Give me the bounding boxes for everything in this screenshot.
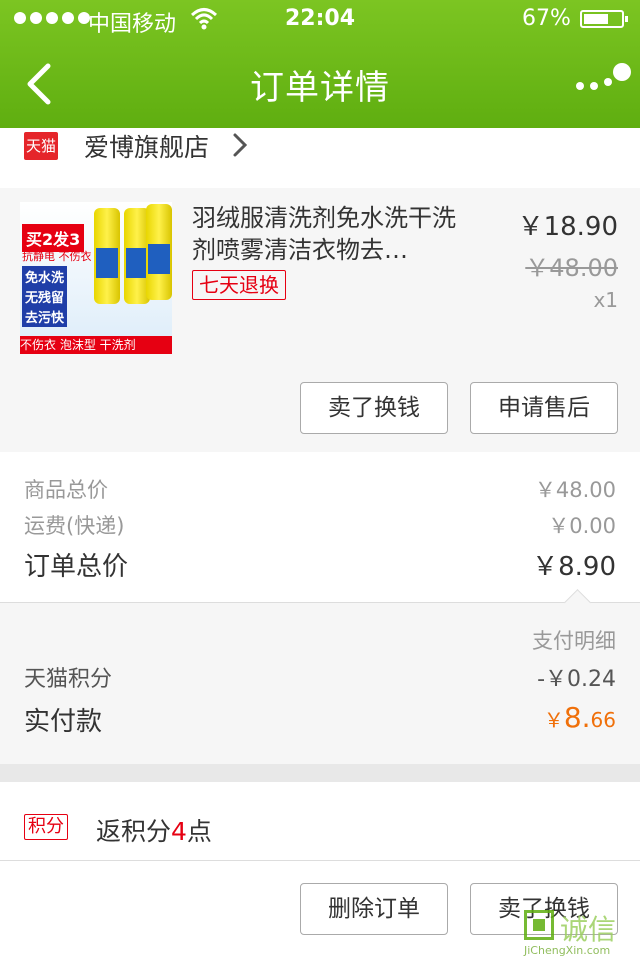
- chevron-right-icon: [233, 133, 248, 157]
- actual-paid-major: 8.: [563, 701, 591, 734]
- actual-paid-label: 实付款: [24, 707, 103, 737]
- item-quantity: x1: [593, 288, 618, 312]
- points-text-prefix: 返积分: [96, 817, 172, 846]
- points-reward-text: 返积分4点: [96, 812, 212, 848]
- goods-total-label: 商品总价: [24, 478, 108, 502]
- after-sale-button[interactable]: 申请售后: [470, 382, 618, 434]
- order-total-value: ￥8.90: [532, 552, 616, 582]
- thumb-line1: 免水洗: [22, 266, 68, 287]
- sell-for-cash-button[interactable]: 卖了换钱: [300, 382, 448, 434]
- payment-detail: 支付明细 天猫积分 -￥0.24 实付款 ￥8.66: [0, 589, 640, 765]
- more-dots-icon[interactable]: [572, 62, 632, 102]
- battery-percent: 67%: [522, 6, 571, 31]
- thumb-line2: 无残留: [22, 286, 68, 307]
- shipping-label: 运费(快递): [24, 514, 125, 538]
- thumb-bottom-text: 不伤衣 泡沫型 干洗剂: [20, 336, 172, 354]
- goods-total-value: ￥48.00: [534, 478, 616, 502]
- store-row[interactable]: 天猫 爱博旗舰店: [0, 128, 640, 189]
- actual-paid-row: 实付款 ￥8.66: [0, 701, 640, 737]
- page-title: 订单详情: [250, 68, 390, 108]
- product-can-image: [94, 208, 120, 304]
- watermark-url: JiChengXin.com: [524, 944, 611, 957]
- shipping-row: 运费(快递) ￥0.00: [0, 510, 640, 546]
- points-text-suffix: 点: [186, 817, 212, 846]
- status-bar: 中国移动 22:04 67%: [0, 0, 640, 40]
- battery-icon: [580, 10, 628, 28]
- product-thumbnail[interactable]: 买2发3 抗静电 不伤衣 免水洗 无残留 去污快 不伤衣 泡沫型 干洗剂: [20, 202, 172, 354]
- points-reward-row: 积分 返积分4点: [0, 782, 640, 861]
- points-count: 4: [171, 817, 187, 846]
- order-total-label: 订单总价: [24, 552, 129, 582]
- product-title[interactable]: 羽绒服清洗剂免水洗干洗剂喷雾清洁衣物去…: [192, 202, 460, 266]
- shipping-value: ￥0.00: [548, 514, 616, 538]
- points-deduction-value: -￥0.24: [537, 667, 616, 692]
- order-item[interactable]: 买2发3 抗静电 不伤衣 免水洗 无残留 去污快 不伤衣 泡沫型 干洗剂 羽绒服…: [0, 188, 640, 453]
- order-total-row: 订单总价 ￥8.90: [0, 546, 640, 582]
- goods-total-row: 商品总价 ￥48.00: [0, 474, 640, 510]
- section-divider: [0, 764, 640, 782]
- nav-bar: 订单详情: [0, 40, 640, 128]
- points-badge: 积分: [24, 814, 68, 840]
- item-original-price: ￥48.00: [525, 254, 618, 282]
- watermark-logo-icon: [524, 910, 554, 940]
- thumb-tag-text: 抗静电 不伤衣: [22, 250, 92, 263]
- item-price: ￥18.90: [517, 212, 618, 242]
- points-deduction-row: 天猫积分 -￥0.24: [0, 661, 640, 697]
- thumb-line3: 去污快: [22, 306, 68, 327]
- watermark-text: 诚信: [560, 913, 617, 946]
- battery-fill: [584, 14, 608, 24]
- app-header: 中国移动 22:04 67% 订单详情: [0, 0, 640, 128]
- payment-detail-link[interactable]: 支付明细: [532, 625, 616, 655]
- price-summary: 商品总价 ￥48.00 运费(快递) ￥0.00 订单总价 ￥8.90: [0, 452, 640, 602]
- actual-paid-minor: 66: [590, 708, 616, 732]
- actual-paid-currency: ￥: [543, 708, 564, 732]
- actual-paid-value: ￥8.66: [544, 701, 616, 734]
- delete-order-button[interactable]: 删除订单: [300, 883, 448, 935]
- points-deduction-label: 天猫积分: [24, 667, 113, 692]
- store-name[interactable]: 爱博旗舰店: [84, 128, 209, 164]
- product-can-image: [146, 204, 172, 300]
- tmall-badge: 天猫: [24, 132, 58, 160]
- return-policy-badge: 七天退换: [192, 270, 286, 300]
- watermark: 诚信 JiChengXin.com: [520, 908, 640, 960]
